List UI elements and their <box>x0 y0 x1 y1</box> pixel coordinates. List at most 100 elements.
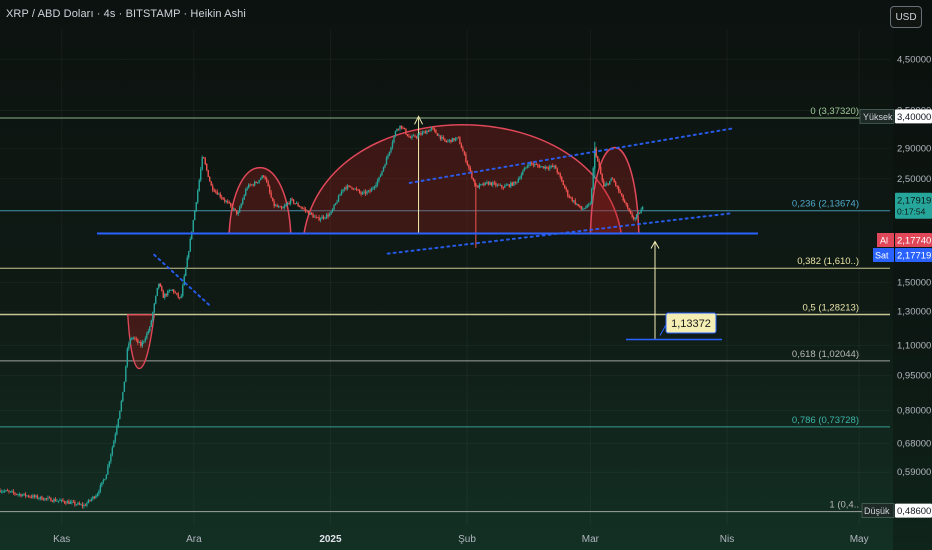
candle-body <box>360 192 362 195</box>
candle-body <box>174 292 176 294</box>
current-countdown: 0:17:54 <box>897 207 926 217</box>
candle-body <box>634 217 636 220</box>
candle-body <box>206 164 208 171</box>
candle-body <box>607 183 609 185</box>
candle-body <box>222 198 224 200</box>
candle-body <box>244 189 247 196</box>
candle-body <box>159 283 161 287</box>
candle-body <box>496 184 499 186</box>
candle-body <box>454 138 457 141</box>
candle-body <box>608 181 611 185</box>
candle-body <box>638 212 641 214</box>
candle-body <box>125 365 127 382</box>
candle-body <box>231 205 233 210</box>
candle-body <box>307 211 310 215</box>
candle-body <box>364 191 367 194</box>
fib-level-label: 1 (0,4.. <box>829 500 859 511</box>
price-tick-label: 4,50000 <box>897 54 931 65</box>
candle-body <box>277 206 280 208</box>
candle-body <box>243 195 245 200</box>
candle-body <box>342 189 344 192</box>
candle-body <box>339 194 341 196</box>
candle-body <box>487 182 490 185</box>
candle-body <box>33 495 36 497</box>
candle-body <box>41 496 43 500</box>
candle-body <box>514 181 517 183</box>
candle-body <box>117 418 120 427</box>
candle-body <box>126 348 129 366</box>
candle-body <box>48 497 51 499</box>
candle-body <box>241 199 244 204</box>
candle-body <box>2 491 4 493</box>
candle-body <box>354 188 356 190</box>
currency-button[interactable]: USD <box>890 6 922 28</box>
candle-body <box>623 200 626 203</box>
candle-body <box>577 204 579 206</box>
candle-body <box>74 501 76 505</box>
chart-canvas[interactable]: 0 (3,37320) 0,236 (2,13674) 0,382 (1,610..… <box>0 0 932 550</box>
target-projection: 1,13372 <box>626 240 722 341</box>
candle-body <box>628 208 630 212</box>
chart-grid <box>0 30 890 525</box>
candle-body <box>66 501 69 504</box>
candle-body <box>240 203 242 208</box>
candle-body <box>57 500 60 502</box>
candle-body <box>598 160 600 167</box>
candle-body <box>520 174 523 179</box>
candle-body <box>129 339 132 344</box>
candle-body <box>334 203 337 206</box>
candle-body <box>519 178 521 180</box>
candle-body <box>384 164 386 168</box>
candle-body <box>561 176 563 181</box>
candle-body <box>304 209 307 211</box>
candle-body <box>477 185 479 188</box>
candle-body <box>376 180 379 185</box>
candle-body <box>582 209 584 210</box>
candle-body <box>51 501 54 503</box>
candle-body <box>150 320 152 327</box>
price-tick-label: 0,80000 <box>897 405 931 416</box>
fib-level-label: 0,5 (1,28213) <box>802 302 859 313</box>
candle-body <box>276 205 278 207</box>
candle-body <box>134 337 136 339</box>
candle-body <box>141 342 144 347</box>
candle-body <box>189 238 191 252</box>
low-value: 0,48600 <box>897 506 931 517</box>
candle-body <box>161 286 163 292</box>
candle-body <box>247 184 250 188</box>
candle-body <box>162 291 164 298</box>
candle-body <box>516 182 518 183</box>
candle-body <box>288 203 290 204</box>
candle-body <box>349 185 352 188</box>
candle-body <box>291 198 293 200</box>
candle-body <box>137 339 139 343</box>
candle-body <box>182 285 184 296</box>
candle-body <box>252 184 254 186</box>
candle-body <box>119 410 121 419</box>
candle-body <box>400 125 403 128</box>
candle-body <box>447 140 449 142</box>
candle-body <box>366 191 368 194</box>
price-axis[interactable]: 4,500003,500002,900002,500001,500001,300… <box>893 0 932 550</box>
candle-body <box>619 191 621 194</box>
candle-body <box>54 499 57 502</box>
candle-body <box>427 130 430 132</box>
candle-body <box>337 195 340 202</box>
candle-body <box>504 185 506 188</box>
candle-body <box>576 204 578 205</box>
candle-body <box>218 193 220 195</box>
candle-body <box>415 136 418 138</box>
candle-body <box>629 211 632 214</box>
candle-body <box>261 175 263 179</box>
candle-body <box>128 343 130 349</box>
candle-body <box>490 182 493 186</box>
candle-body <box>382 167 385 172</box>
candle-body <box>352 188 355 190</box>
candle-body <box>379 175 382 178</box>
candle-body <box>258 180 260 183</box>
time-axis[interactable]: Kas Ara 2025 Şub Mar Nis May <box>53 534 869 545</box>
candle-body <box>438 135 440 137</box>
candle-body <box>453 138 455 141</box>
price-tick-label: 1,10000 <box>897 341 931 352</box>
candle-body <box>588 204 590 206</box>
